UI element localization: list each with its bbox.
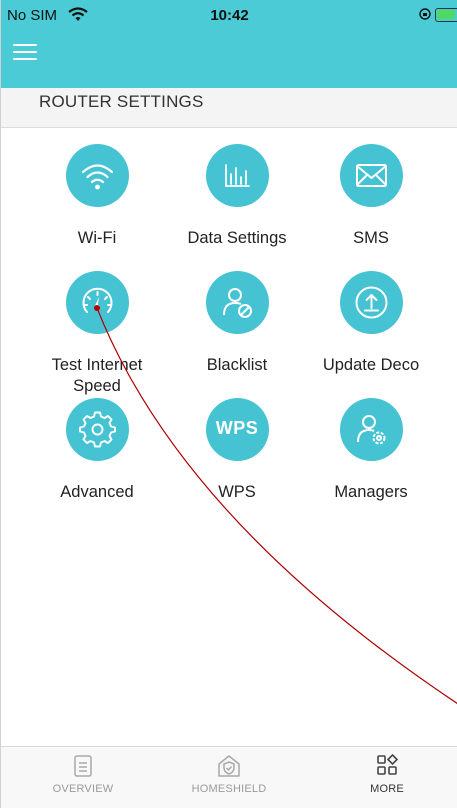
tab-label: MORE: [370, 783, 404, 795]
status-bar: No SIM 10:42: [1, 0, 457, 36]
tile-label: SMS: [353, 229, 389, 247]
app-header: No SIM 10:42: [1, 0, 457, 88]
section-title: ROUTER SETTINGS: [39, 92, 204, 111]
tile-wifi[interactable]: Wi-Fi: [27, 144, 167, 249]
tile-advanced[interactable]: Advanced: [27, 398, 167, 503]
speedometer-icon: [65, 271, 129, 334]
tile-managers[interactable]: Managers: [301, 398, 441, 503]
bar-chart-icon: [205, 144, 269, 207]
tab-label: OVERVIEW: [52, 783, 114, 795]
tile-label: Managers: [334, 483, 408, 501]
tile-blacklist[interactable]: Blacklist: [167, 271, 307, 376]
tile-data-settings[interactable]: Data Settings: [167, 144, 307, 249]
battery-icon: [435, 8, 457, 22]
user-block-icon: [205, 271, 269, 334]
orientation-lock-icon: [419, 8, 431, 23]
gear-icon: [65, 398, 129, 461]
tile-sms[interactable]: SMS: [301, 144, 441, 249]
user-gear-icon: [339, 398, 403, 461]
app-frame: No SIM 10:42 ROUTER SETTINGS Wi-Fi Data …: [0, 0, 457, 808]
tile-label: Update Deco: [322, 356, 420, 374]
tile-label: Advanced: [60, 483, 134, 501]
settings-grid: Wi-Fi Data Settings SMS Test Internet Sp…: [1, 128, 457, 746]
bottom-tab-bar: OVERVIEW HOMESHIELD MORE: [1, 746, 457, 808]
tile-label: Wi-Fi: [77, 229, 117, 247]
tile-label: Test Internet Speed: [51, 356, 143, 395]
tab-overview[interactable]: OVERVIEW: [23, 753, 143, 795]
tab-homeshield[interactable]: HOMESHIELD: [169, 753, 289, 795]
grid-icon: [327, 753, 447, 779]
wps-icon-text: WPS: [215, 418, 259, 438]
tile-label: WPS: [218, 483, 256, 501]
upload-icon: [339, 271, 403, 334]
hamburger-menu-button[interactable]: [13, 44, 39, 66]
clock-label: 10:42: [210, 7, 249, 24]
tab-more[interactable]: MORE: [327, 753, 447, 795]
document-icon: [23, 753, 143, 779]
envelope-icon: [339, 144, 403, 207]
tile-label: Data Settings: [187, 229, 287, 247]
tab-label: HOMESHIELD: [191, 783, 267, 795]
section-header: ROUTER SETTINGS: [1, 88, 457, 128]
wifi-icon: [65, 144, 129, 207]
tile-test-internet-speed[interactable]: Test Internet Speed: [27, 271, 167, 397]
wps-icon: WPS: [205, 398, 269, 461]
tile-label: Blacklist: [206, 356, 268, 374]
tile-update-deco[interactable]: Update Deco: [301, 271, 441, 376]
house-shield-icon: [169, 753, 289, 779]
tile-wps[interactable]: WPS WPS: [167, 398, 307, 503]
